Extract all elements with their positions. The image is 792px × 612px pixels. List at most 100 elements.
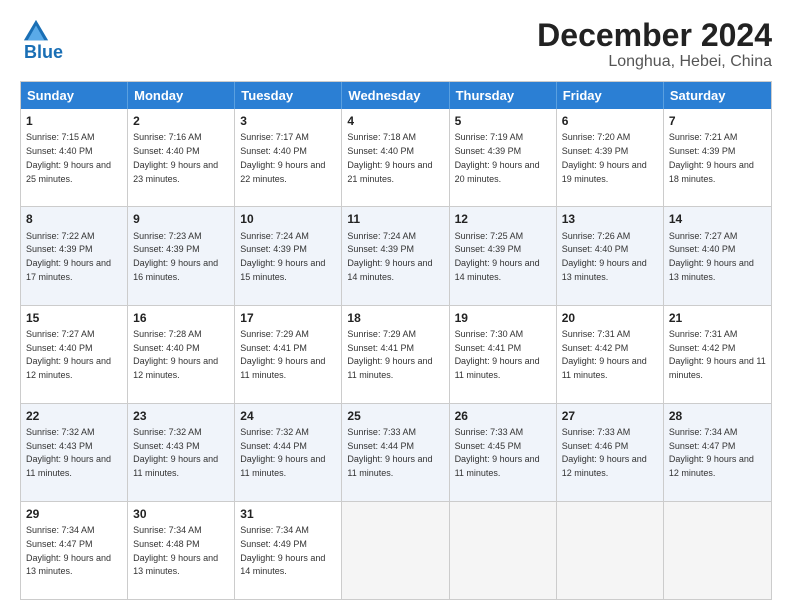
logo: Blue bbox=[20, 18, 63, 63]
calendar-cell-day-14: 14Sunrise: 7:27 AMSunset: 4:40 PMDayligh… bbox=[664, 207, 771, 304]
cell-info: Sunrise: 7:33 AMSunset: 4:45 PMDaylight:… bbox=[455, 427, 540, 478]
day-number: 13 bbox=[562, 211, 658, 227]
calendar-week-5: 29Sunrise: 7:34 AMSunset: 4:47 PMDayligh… bbox=[21, 501, 771, 599]
cell-info: Sunrise: 7:23 AMSunset: 4:39 PMDaylight:… bbox=[133, 231, 218, 282]
cell-info: Sunrise: 7:15 AMSunset: 4:40 PMDaylight:… bbox=[26, 132, 111, 183]
day-number: 30 bbox=[133, 506, 229, 522]
day-number: 5 bbox=[455, 113, 551, 129]
day-number: 26 bbox=[455, 408, 551, 424]
calendar-cell-day-27: 27 Sunrise: 7:33 AMSunset: 4:46 PMDayligh… bbox=[557, 404, 664, 501]
day-number: 12 bbox=[455, 211, 551, 227]
calendar-cell-day-21: 21 Sunrise: 7:31 AMSunset: 4:42 PMDayligh… bbox=[664, 306, 771, 403]
day-number: 22 bbox=[26, 408, 122, 424]
day-number: 17 bbox=[240, 310, 336, 326]
calendar-cell-day-7: 7Sunrise: 7:21 AMSunset: 4:39 PMDaylight… bbox=[664, 109, 771, 206]
day-number: 21 bbox=[669, 310, 766, 326]
cell-info: Sunrise: 7:34 AMSunset: 4:47 PMDaylight:… bbox=[26, 525, 111, 576]
cell-info: Sunrise: 7:22 AMSunset: 4:39 PMDaylight:… bbox=[26, 231, 111, 282]
day-number: 31 bbox=[240, 506, 336, 522]
day-number: 20 bbox=[562, 310, 658, 326]
day-number: 18 bbox=[347, 310, 443, 326]
day-number: 27 bbox=[562, 408, 658, 424]
cell-info: Sunrise: 7:29 AMSunset: 4:41 PMDaylight:… bbox=[240, 329, 325, 380]
calendar-cell-day-15: 15Sunrise: 7:27 AMSunset: 4:40 PMDayligh… bbox=[21, 306, 128, 403]
calendar-week-3: 15Sunrise: 7:27 AMSunset: 4:40 PMDayligh… bbox=[21, 305, 771, 403]
calendar-header: SundayMondayTuesdayWednesdayThursdayFrid… bbox=[21, 82, 771, 109]
cell-info: Sunrise: 7:24 AMSunset: 4:39 PMDaylight:… bbox=[347, 231, 432, 282]
day-number: 19 bbox=[455, 310, 551, 326]
calendar-cell-empty bbox=[557, 502, 664, 599]
day-number: 23 bbox=[133, 408, 229, 424]
page-title: December 2024 bbox=[537, 18, 772, 53]
calendar-cell-day-31: 31 Sunrise: 7:34 AMSunset: 4:49 PMDayligh… bbox=[235, 502, 342, 599]
calendar-cell-day-24: 24Sunrise: 7:32 AMSunset: 4:44 PMDayligh… bbox=[235, 404, 342, 501]
day-number: 4 bbox=[347, 113, 443, 129]
title-block: December 2024 Longhua, Hebei, China bbox=[537, 18, 772, 71]
calendar-week-2: 8 Sunrise: 7:22 AMSunset: 4:39 PMDaylight… bbox=[21, 206, 771, 304]
cell-info: Sunrise: 7:32 AMSunset: 4:43 PMDaylight:… bbox=[26, 427, 111, 478]
cell-info: Sunrise: 7:27 AMSunset: 4:40 PMDaylight:… bbox=[669, 231, 754, 282]
cell-info: Sunrise: 7:17 AMSunset: 4:40 PMDaylight:… bbox=[240, 132, 325, 183]
calendar-cell-day-17: 17 Sunrise: 7:29 AMSunset: 4:41 PMDayligh… bbox=[235, 306, 342, 403]
calendar-cell-day-12: 12 Sunrise: 7:25 AMSunset: 4:39 PMDayligh… bbox=[450, 207, 557, 304]
calendar-cell-day-8: 8 Sunrise: 7:22 AMSunset: 4:39 PMDaylight… bbox=[21, 207, 128, 304]
header: Blue December 2024 Longhua, Hebei, China bbox=[20, 18, 772, 71]
day-number: 6 bbox=[562, 113, 658, 129]
cell-info: Sunrise: 7:20 AMSunset: 4:39 PMDaylight:… bbox=[562, 132, 647, 183]
day-number: 7 bbox=[669, 113, 766, 129]
cell-info: Sunrise: 7:33 AMSunset: 4:46 PMDaylight:… bbox=[562, 427, 647, 478]
calendar: SundayMondayTuesdayWednesdayThursdayFrid… bbox=[20, 81, 772, 600]
cell-info: Sunrise: 7:28 AMSunset: 4:40 PMDaylight:… bbox=[133, 329, 218, 380]
cell-info: Sunrise: 7:31 AMSunset: 4:42 PMDaylight:… bbox=[669, 329, 766, 380]
day-number: 3 bbox=[240, 113, 336, 129]
cell-info: Sunrise: 7:30 AMSunset: 4:41 PMDaylight:… bbox=[455, 329, 540, 380]
calendar-week-1: 1 Sunrise: 7:15 AMSunset: 4:40 PMDaylight… bbox=[21, 109, 771, 206]
day-number: 8 bbox=[26, 211, 122, 227]
cell-info: Sunrise: 7:31 AMSunset: 4:42 PMDaylight:… bbox=[562, 329, 647, 380]
header-day-sunday: Sunday bbox=[21, 82, 128, 109]
calendar-cell-day-22: 22 Sunrise: 7:32 AMSunset: 4:43 PMDayligh… bbox=[21, 404, 128, 501]
cell-info: Sunrise: 7:25 AMSunset: 4:39 PMDaylight:… bbox=[455, 231, 540, 282]
calendar-cell-day-19: 19 Sunrise: 7:30 AMSunset: 4:41 PMDayligh… bbox=[450, 306, 557, 403]
calendar-cell-day-13: 13 Sunrise: 7:26 AMSunset: 4:40 PMDayligh… bbox=[557, 207, 664, 304]
calendar-body: 1 Sunrise: 7:15 AMSunset: 4:40 PMDaylight… bbox=[21, 109, 771, 599]
header-day-friday: Friday bbox=[557, 82, 664, 109]
day-number: 16 bbox=[133, 310, 229, 326]
cell-info: Sunrise: 7:34 AMSunset: 4:49 PMDaylight:… bbox=[240, 525, 325, 576]
cell-info: Sunrise: 7:26 AMSunset: 4:40 PMDaylight:… bbox=[562, 231, 647, 282]
calendar-cell-day-3: 3 Sunrise: 7:17 AMSunset: 4:40 PMDaylight… bbox=[235, 109, 342, 206]
header-day-monday: Monday bbox=[128, 82, 235, 109]
cell-info: Sunrise: 7:16 AMSunset: 4:40 PMDaylight:… bbox=[133, 132, 218, 183]
calendar-cell-day-9: 9Sunrise: 7:23 AMSunset: 4:39 PMDaylight… bbox=[128, 207, 235, 304]
calendar-cell-day-1: 1 Sunrise: 7:15 AMSunset: 4:40 PMDaylight… bbox=[21, 109, 128, 206]
cell-info: Sunrise: 7:32 AMSunset: 4:44 PMDaylight:… bbox=[240, 427, 325, 478]
calendar-cell-day-30: 30 Sunrise: 7:34 AMSunset: 4:48 PMDayligh… bbox=[128, 502, 235, 599]
cell-info: Sunrise: 7:27 AMSunset: 4:40 PMDaylight:… bbox=[26, 329, 111, 380]
header-day-tuesday: Tuesday bbox=[235, 82, 342, 109]
calendar-cell-day-6: 6 Sunrise: 7:20 AMSunset: 4:39 PMDaylight… bbox=[557, 109, 664, 206]
day-number: 28 bbox=[669, 408, 766, 424]
cell-info: Sunrise: 7:29 AMSunset: 4:41 PMDaylight:… bbox=[347, 329, 432, 380]
calendar-cell-day-16: 16 Sunrise: 7:28 AMSunset: 4:40 PMDayligh… bbox=[128, 306, 235, 403]
cell-info: Sunrise: 7:32 AMSunset: 4:43 PMDaylight:… bbox=[133, 427, 218, 478]
page-subtitle: Longhua, Hebei, China bbox=[537, 53, 772, 71]
header-day-thursday: Thursday bbox=[450, 82, 557, 109]
header-day-saturday: Saturday bbox=[664, 82, 771, 109]
cell-info: Sunrise: 7:24 AMSunset: 4:39 PMDaylight:… bbox=[240, 231, 325, 282]
calendar-cell-day-5: 5Sunrise: 7:19 AMSunset: 4:39 PMDaylight… bbox=[450, 109, 557, 206]
page: Blue December 2024 Longhua, Hebei, China… bbox=[0, 0, 792, 612]
calendar-cell-day-2: 2 Sunrise: 7:16 AMSunset: 4:40 PMDaylight… bbox=[128, 109, 235, 206]
calendar-cell-day-23: 23 Sunrise: 7:32 AMSunset: 4:43 PMDayligh… bbox=[128, 404, 235, 501]
calendar-cell-empty bbox=[450, 502, 557, 599]
day-number: 25 bbox=[347, 408, 443, 424]
calendar-week-4: 22 Sunrise: 7:32 AMSunset: 4:43 PMDayligh… bbox=[21, 403, 771, 501]
calendar-cell-day-26: 26 Sunrise: 7:33 AMSunset: 4:45 PMDayligh… bbox=[450, 404, 557, 501]
cell-info: Sunrise: 7:33 AMSunset: 4:44 PMDaylight:… bbox=[347, 427, 432, 478]
calendar-cell-day-4: 4Sunrise: 7:18 AMSunset: 4:40 PMDaylight… bbox=[342, 109, 449, 206]
day-number: 1 bbox=[26, 113, 122, 129]
cell-info: Sunrise: 7:34 AMSunset: 4:48 PMDaylight:… bbox=[133, 525, 218, 576]
day-number: 2 bbox=[133, 113, 229, 129]
calendar-cell-empty bbox=[342, 502, 449, 599]
calendar-cell-day-25: 25 Sunrise: 7:33 AMSunset: 4:44 PMDayligh… bbox=[342, 404, 449, 501]
logo-blue: Blue bbox=[24, 42, 63, 63]
